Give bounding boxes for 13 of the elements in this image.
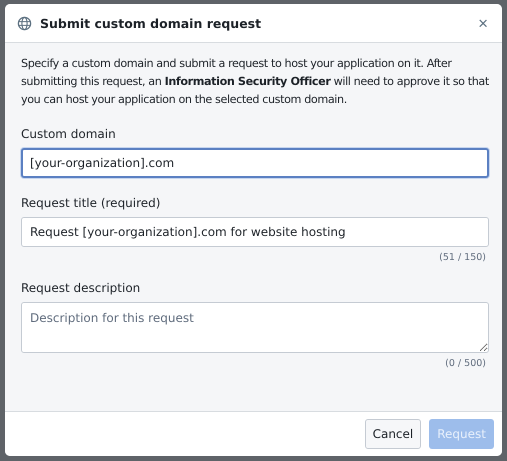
field-label: Request description (21, 281, 142, 295)
character-counter: (0 / 500) (445, 358, 486, 369)
text-area[interactable]: Description for this request (21, 302, 489, 353)
close-button[interactable]: × (476, 14, 490, 32)
cancel-button[interactable]: Cancel (364, 419, 422, 449)
character-counter: (51 / 150) (439, 252, 486, 263)
globe-icon (17, 16, 32, 30)
text-field[interactable]: Request [your-organization].com for website hosting (21, 217, 489, 247)
field-label: Custom domain (21, 127, 117, 141)
dialog-title: Submit custom domain request (40, 16, 262, 30)
field-label: Request title (required) (21, 196, 162, 210)
intro-text: Specify a custom domain and submit a request to host your application on it. After submitting this request, an Information Security Officer will need to approve it so that you can host your application on the selected custom domain. (21, 56, 490, 108)
text-field[interactable]: [your-organization].com (21, 148, 489, 178)
